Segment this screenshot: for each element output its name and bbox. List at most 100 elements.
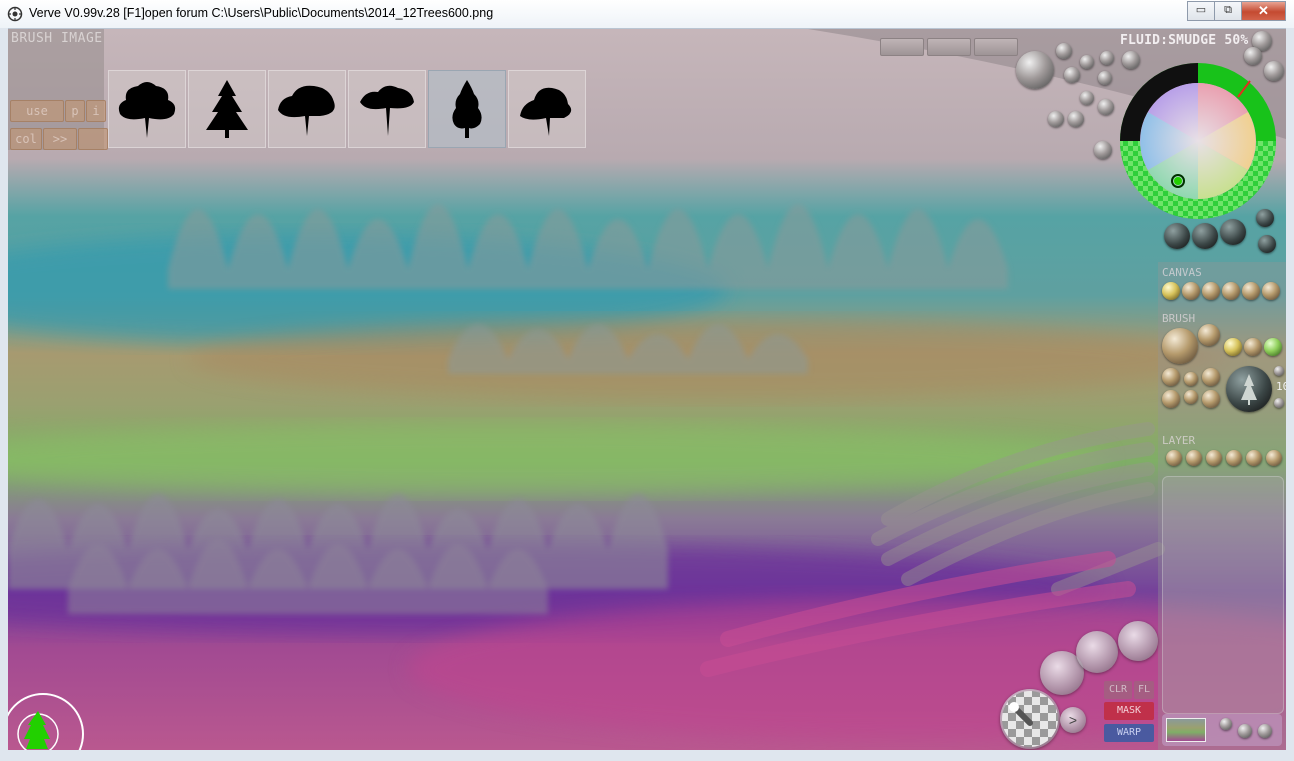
brush-knob-5[interactable] xyxy=(1264,338,1282,356)
tree-icon xyxy=(118,82,176,138)
brush-section-label: BRUSH xyxy=(1162,312,1196,325)
layer-knob-6[interactable] xyxy=(1266,450,1282,466)
canvas-knob-6[interactable] xyxy=(1262,282,1280,300)
flow-knob[interactable] xyxy=(1016,51,1054,89)
layer-knob-5[interactable] xyxy=(1246,450,1262,466)
layer-knob-2[interactable] xyxy=(1186,450,1202,466)
tree-icon xyxy=(278,85,335,136)
wheel-knob-2[interactable] xyxy=(1192,223,1218,249)
title-bar: Verve V0.99v.28 [F1]open forum C:\Users\… xyxy=(0,0,1294,29)
fl-button[interactable]: FL xyxy=(1134,681,1154,699)
layer-knob-4[interactable] xyxy=(1226,450,1242,466)
layer-row-knob-2[interactable] xyxy=(1238,724,1252,738)
canvas-knob-5[interactable] xyxy=(1242,282,1260,300)
brush-knob-10[interactable] xyxy=(1184,390,1198,404)
brush-size-knob[interactable] xyxy=(1162,328,1198,364)
tool-button-3[interactable] xyxy=(1118,621,1158,661)
window-title: Verve V0.99v.28 [F1]open forum C:\Users\… xyxy=(29,6,494,20)
brush-cursor xyxy=(8,693,84,750)
top-tab-2[interactable] xyxy=(927,38,971,56)
p-button[interactable]: p xyxy=(65,100,85,122)
close-button[interactable]: ✕ xyxy=(1241,1,1286,21)
brush-image-panel: BRUSH IMAGE use p i col >> xyxy=(8,29,108,150)
layer-row-knob-3[interactable] xyxy=(1258,724,1272,738)
layer-thumbnail xyxy=(1166,718,1206,742)
col-button[interactable]: col xyxy=(10,128,42,150)
tree-thumbnail-4[interactable] xyxy=(348,70,426,148)
brush-knob-13[interactable] xyxy=(1274,398,1284,408)
brush-thumbnails xyxy=(108,70,588,150)
canvas-section-label: CANVAS xyxy=(1162,266,1202,279)
layer-knob-1[interactable] xyxy=(1166,450,1182,466)
next-button[interactable]: >> xyxy=(43,128,77,150)
top-tab-3[interactable] xyxy=(974,38,1018,56)
right-tool-panel: CANVAS BRUSH 10 LAYER xyxy=(1158,262,1286,750)
brush-knob-7[interactable] xyxy=(1184,372,1198,386)
top-tab-strip xyxy=(880,38,1021,56)
knob-small-3[interactable] xyxy=(1080,55,1094,69)
brush-preview-icon xyxy=(1241,374,1257,405)
knob-small-2[interactable] xyxy=(1064,67,1080,83)
checkerboard-icon xyxy=(1002,691,1058,747)
use-button[interactable]: use xyxy=(10,100,64,122)
brush-knob-12[interactable] xyxy=(1274,366,1284,376)
clr-button[interactable]: CLR xyxy=(1104,681,1132,699)
canvas-knob-1[interactable] xyxy=(1162,282,1180,300)
canvas-knob-3[interactable] xyxy=(1202,282,1220,300)
wheel-knob-1[interactable] xyxy=(1164,223,1190,249)
brush-knob-6[interactable] xyxy=(1162,368,1180,386)
knob-small-9[interactable] xyxy=(1048,111,1064,127)
brush-knob-8[interactable] xyxy=(1202,368,1220,386)
knob-small-10[interactable] xyxy=(1068,111,1084,127)
layer-knob-3[interactable] xyxy=(1206,450,1222,466)
knob-small-8[interactable] xyxy=(1098,99,1114,115)
brush-knob-9[interactable] xyxy=(1162,390,1180,408)
brush-image-title: BRUSH IMAGE xyxy=(11,31,103,46)
top-tab-1[interactable] xyxy=(880,38,924,56)
window-frame-left xyxy=(0,28,8,750)
knob-small-7[interactable] xyxy=(1080,91,1094,105)
color-wheel[interactable] xyxy=(1118,61,1278,221)
tree-icon xyxy=(520,87,572,136)
wheel-knob-4[interactable] xyxy=(1256,209,1274,227)
tree-thumbnail-2[interactable] xyxy=(188,70,266,148)
warp-button[interactable]: WARP xyxy=(1104,724,1154,742)
knob-small-4[interactable] xyxy=(1100,51,1114,65)
tool-button-2[interactable] xyxy=(1076,631,1118,673)
checkerboard-button[interactable] xyxy=(1000,689,1060,749)
layer-row-knob-1[interactable] xyxy=(1220,718,1232,730)
mode-label: FLUID:SMUDGE 50% xyxy=(1120,33,1249,48)
wheel-knob-5[interactable] xyxy=(1258,235,1276,253)
knob-small-6[interactable] xyxy=(1098,71,1112,85)
tree-thumbnail-6[interactable] xyxy=(508,70,586,148)
brush-knob-2[interactable] xyxy=(1198,324,1220,346)
knob-small-11[interactable] xyxy=(1094,141,1112,159)
knob-small-1[interactable] xyxy=(1056,43,1072,59)
tree-thumbnail-1[interactable] xyxy=(108,70,186,148)
tree-icon xyxy=(360,85,414,136)
tree-thumbnail-5[interactable] xyxy=(428,70,506,148)
wheel-knob-3[interactable] xyxy=(1220,219,1246,245)
mask-button[interactable]: MASK xyxy=(1104,702,1154,720)
tree-icon xyxy=(452,80,482,138)
minimize-button[interactable]: ▭ xyxy=(1187,1,1215,21)
canvas-knob-4[interactable] xyxy=(1222,282,1240,300)
brush-size-value: 10 xyxy=(1276,380,1286,393)
layer-section-label: LAYER xyxy=(1162,434,1196,447)
maximize-button[interactable]: ⧉ xyxy=(1214,1,1242,21)
brush-knob-11[interactable] xyxy=(1202,390,1220,408)
tree-icon xyxy=(206,80,248,138)
layer-row[interactable] xyxy=(1162,714,1282,746)
window-frame-right xyxy=(1286,28,1294,750)
app-icon xyxy=(7,6,23,22)
canvas-knob-2[interactable] xyxy=(1182,282,1200,300)
tree-thumbnail-3[interactable] xyxy=(268,70,346,148)
brush-knob-3[interactable] xyxy=(1224,338,1242,356)
window-frame-bottom xyxy=(0,750,1294,761)
painting-canvas[interactable]: BRUSH IMAGE use p i col >> FLUID:SMUDGE … xyxy=(8,29,1286,750)
blank-button[interactable] xyxy=(78,128,108,150)
brush-knob-4[interactable] xyxy=(1244,338,1262,356)
arrow-button[interactable]: > xyxy=(1060,707,1086,733)
i-button[interactable]: i xyxy=(86,100,106,122)
layer-list[interactable] xyxy=(1162,476,1284,714)
